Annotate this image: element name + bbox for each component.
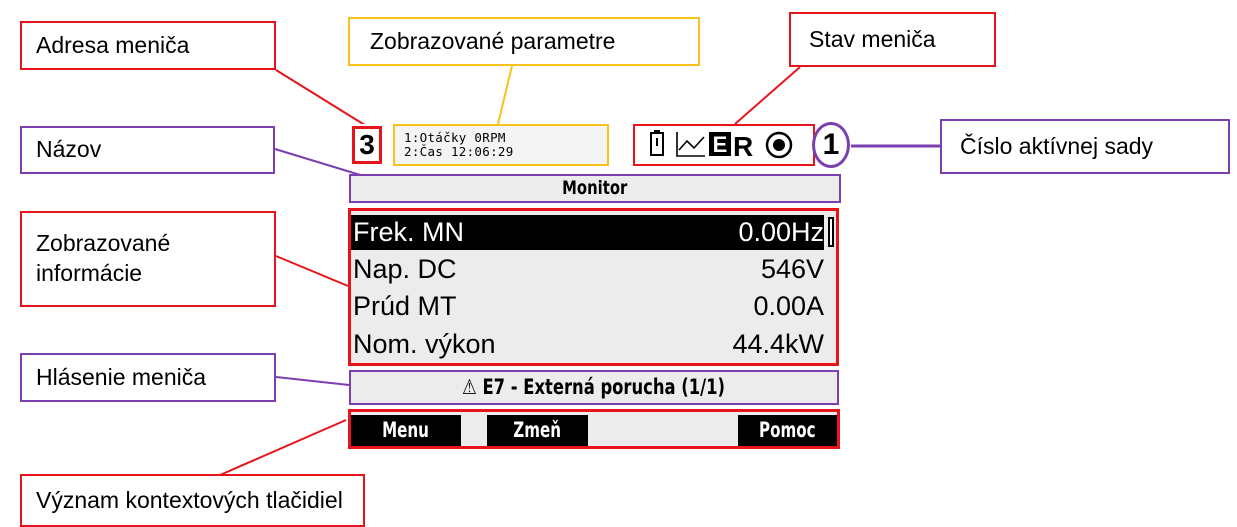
battery-icon — [650, 130, 664, 156]
status-icons: E R — [650, 130, 793, 162]
callout-address: Adresa meniča — [20, 21, 276, 70]
callout-set: Číslo aktívnej sady — [940, 119, 1230, 174]
e-box-icon: E — [709, 132, 731, 157]
callout-buttons-label: Význam kontextových tlačidiel — [36, 486, 343, 513]
status-connector — [734, 66, 801, 125]
param-line-1: 1:Otáčky 0RPM — [404, 130, 506, 145]
callout-status-label: Stav meniča — [809, 25, 936, 52]
buttons-connector — [219, 419, 347, 476]
help-button[interactable]: Pomoc — [738, 415, 837, 446]
drive-message: ⚠ E7 - Externá porucha (1/1) — [463, 372, 726, 403]
r-letter-icon: R — [733, 131, 753, 162]
callout-params-label: Zobrazované parametre — [370, 27, 616, 54]
callout-title-label: Názov — [36, 136, 102, 163]
menu-button-label: Menu — [382, 418, 430, 442]
row-label: Nom. výkon — [353, 329, 496, 359]
callout-buttons: Význam kontextových tlačidiel — [20, 474, 365, 527]
message-connector — [275, 376, 350, 386]
trend-icon — [676, 132, 705, 157]
info-connector — [275, 255, 349, 287]
screen-title-bar: Monitor — [349, 174, 841, 203]
help-button-label: Pomoc — [759, 418, 816, 442]
callout-info-label: Zobrazované informácie — [36, 230, 171, 286]
callout-status: Stav meniča — [789, 12, 996, 67]
drive-address: 3 — [352, 126, 382, 164]
list-item[interactable]: Prúd MT 0.00A — [351, 289, 824, 324]
callout-address-label: Adresa meniča — [36, 31, 190, 58]
row-value: 0.00A — [753, 291, 824, 321]
callout-message-label: Hlásenie meniča — [36, 363, 207, 390]
callout-params: Zobrazované parametre — [348, 17, 700, 66]
param-line-2: 2:Čas 12:06:29 — [404, 144, 514, 159]
row-label: Frek. MN — [353, 217, 464, 247]
callout-info: Zobrazované informácie — [20, 211, 276, 307]
drive-status: E R — [633, 124, 815, 166]
address-connector — [275, 69, 369, 128]
warning-icon: ⚠ — [462, 375, 478, 399]
scrollbar[interactable] — [828, 217, 834, 247]
svg-text:E: E — [713, 132, 728, 157]
list-item[interactable]: Frek. MN 0.00Hz — [351, 215, 824, 250]
screen-title: Monitor — [562, 177, 628, 199]
row-label: Prúd MT — [353, 291, 457, 321]
change-button-label: Zmeň — [513, 418, 562, 442]
displayed-parameters: 1:Otáčky 0RPM 2:Čas 12:06:29 — [393, 124, 609, 166]
menu-button[interactable]: Menu — [351, 415, 461, 446]
row-value: 44.4kW — [732, 329, 824, 359]
callout-message: Hlásenie meniča — [20, 353, 276, 402]
softkey-bar: Menu Zmeň Pomoc — [348, 409, 840, 449]
list-item[interactable]: Nom. výkon 44.4kW — [351, 327, 824, 362]
callout-title: Názov — [20, 126, 275, 174]
change-button[interactable]: Zmeň — [487, 415, 588, 446]
message-text: E7 - Externá porucha (1/1) — [482, 375, 726, 399]
row-value: 546V — [760, 254, 824, 284]
drive-message-bar: ⚠ E7 - Externá porucha (1/1) — [349, 370, 839, 405]
displayed-information: Frek. MN 0.00Hz Nap. DC 546V Prúd MT 0.0… — [348, 208, 839, 366]
list-item[interactable]: Nap. DC 546V — [351, 252, 824, 287]
callout-set-label: Číslo aktívnej sady — [960, 132, 1154, 159]
row-label: Nap. DC — [353, 254, 457, 284]
active-set-number: 1 — [812, 122, 850, 168]
row-value: 0.00Hz — [738, 217, 824, 247]
params-connector — [497, 65, 513, 125]
record-circle-icon — [765, 131, 793, 159]
